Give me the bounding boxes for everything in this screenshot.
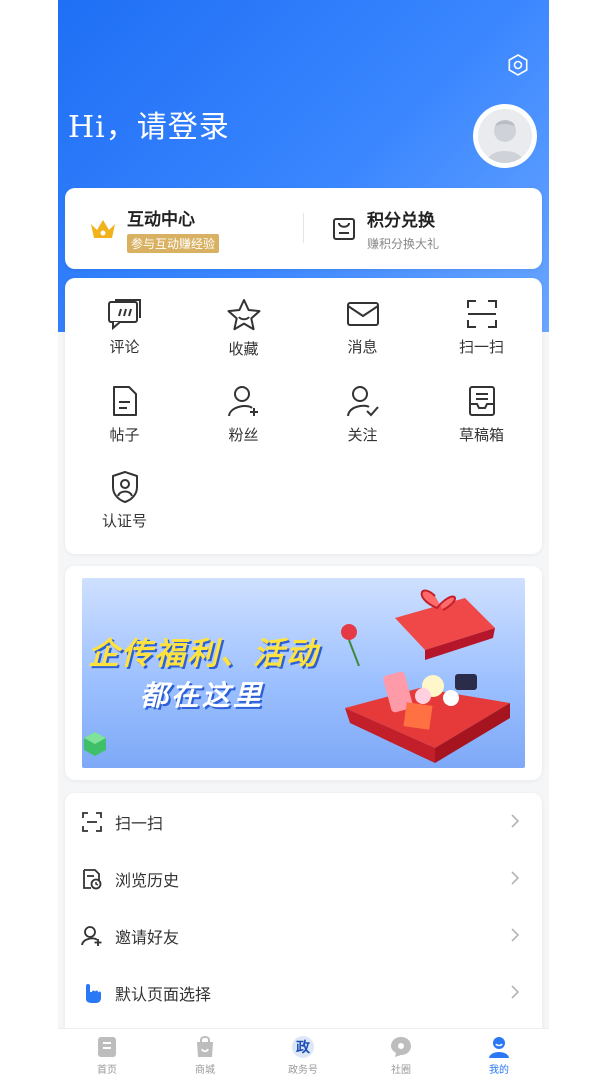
promo-banner-card: 企传福利、活动 都在这里 [65, 566, 542, 780]
list-item-scan[interactable]: 扫一扫 [65, 793, 542, 850]
grid-label: 帖子 [109, 426, 140, 444]
mail-icon [346, 302, 379, 326]
interaction-center-title: 互动中心 [127, 209, 195, 230]
grid-item-fans[interactable]: 粉丝 [184, 364, 303, 450]
interaction-card: 互动中心 参与互动赚经验 积分兑换 赚积分换大礼 [65, 188, 542, 269]
banner-headline: 企传福利、活动 [88, 636, 319, 672]
interaction-center-subtitle: 参与互动赚经验 [127, 233, 220, 253]
tab-home[interactable]: 首页 [58, 1035, 156, 1080]
gov-glyph: 政 [296, 1039, 311, 1056]
tab-profile[interactable]: 我的 [450, 1035, 548, 1080]
points-exchange-title: 积分兑换 [367, 210, 435, 231]
invite-icon [81, 925, 102, 946]
grid-label: 认证号 [101, 512, 147, 530]
scan-icon [466, 300, 497, 328]
grid-label: 草稿箱 [458, 426, 504, 444]
function-grid: 评论 收藏 消息 扫一扫 帖子 粉丝 关注 草稿箱 认证号 [65, 278, 542, 554]
comment-icon [107, 299, 141, 330]
profile-icon [489, 1037, 509, 1058]
grid-label: 消息 [347, 338, 378, 356]
list-item-invite[interactable]: 邀请好友 [65, 907, 542, 964]
tab-shop[interactable]: 商城 [156, 1035, 254, 1080]
tab-label: 首页 [97, 1065, 117, 1076]
home-icon [98, 1037, 116, 1057]
menu-list: 扫一扫 浏览历史 邀请好友 默认页面选择 [65, 793, 542, 1043]
draft-box-icon [468, 386, 495, 416]
brand-logo-icon [84, 732, 106, 756]
login-prompt[interactable]: Hi，请登录 [68, 102, 230, 146]
document-icon [112, 386, 137, 416]
tab-label: 政务号 [288, 1065, 318, 1076]
avatar[interactable] [473, 104, 537, 168]
tab-government[interactable]: 政 政务号 [254, 1035, 352, 1080]
points-bag-icon [333, 217, 355, 240]
crown-icon [91, 219, 115, 238]
grid-item-favorites[interactable]: 收藏 [184, 278, 303, 364]
grid-label: 关注 [347, 426, 378, 444]
banner-subheadline: 都在这里 [140, 679, 265, 712]
community-icon [391, 1037, 411, 1057]
user-check-icon [346, 386, 379, 417]
list-item-default-page[interactable]: 默认页面选择 [65, 964, 542, 1021]
gear-icon [508, 54, 528, 76]
points-exchange-entry[interactable]: 积分兑换 赚积分换大礼 [303, 188, 542, 269]
tab-label: 社圈 [391, 1065, 411, 1076]
history-icon [83, 868, 102, 889]
list-item-history[interactable]: 浏览历史 [65, 850, 542, 907]
star-icon [227, 299, 260, 331]
default-avatar-icon [486, 120, 524, 163]
tab-label: 我的 [489, 1065, 509, 1076]
grid-item-scan[interactable]: 扫一扫 [422, 278, 541, 364]
list-label: 扫一扫 [115, 813, 164, 833]
tab-community[interactable]: 社圈 [352, 1035, 450, 1080]
shop-bag-icon [197, 1036, 213, 1057]
bottom-tab-bar: 首页 商城 政 政务号 社圈 我的 [58, 1028, 549, 1080]
points-exchange-subtitle: 赚积分换大礼 [367, 236, 440, 251]
chevron-right-icon [511, 928, 520, 942]
grid-label: 评论 [109, 338, 140, 356]
grid-item-verified-account[interactable]: 认证号 [65, 450, 184, 536]
grid-item-messages[interactable]: 消息 [303, 278, 422, 364]
chevron-right-icon [511, 814, 520, 828]
list-label: 浏览历史 [115, 870, 180, 890]
gift-box-illustration [341, 589, 510, 763]
user-add-icon [227, 386, 258, 417]
list-label: 邀请好友 [115, 927, 180, 947]
grid-item-following[interactable]: 关注 [303, 364, 422, 450]
grid-item-drafts[interactable]: 草稿箱 [422, 364, 541, 450]
grid-item-posts[interactable]: 帖子 [65, 364, 184, 450]
grid-label: 收藏 [228, 340, 259, 358]
hand-pointer-icon [86, 983, 101, 1003]
tab-label: 商城 [195, 1065, 215, 1076]
app-screen: Hi，请登录 互动中心 参与互动赚经验 积分兑换 赚积分换大礼 评论 收藏 消息… [58, 0, 549, 1080]
interaction-center-entry[interactable]: 互动中心 参与互动赚经验 [65, 188, 303, 269]
shield-user-icon [111, 471, 138, 503]
scan-icon [82, 811, 102, 832]
grid-label: 扫一扫 [458, 338, 504, 356]
grid-label: 粉丝 [228, 426, 259, 444]
chevron-right-icon [511, 871, 520, 885]
chevron-right-icon [511, 985, 520, 999]
settings-button[interactable] [505, 52, 531, 78]
gov-icon: 政 [292, 1036, 314, 1058]
promo-banner[interactable]: 企传福利、活动 都在这里 [82, 578, 525, 768]
list-label: 默认页面选择 [115, 984, 212, 1004]
grid-item-comment[interactable]: 评论 [65, 278, 184, 364]
